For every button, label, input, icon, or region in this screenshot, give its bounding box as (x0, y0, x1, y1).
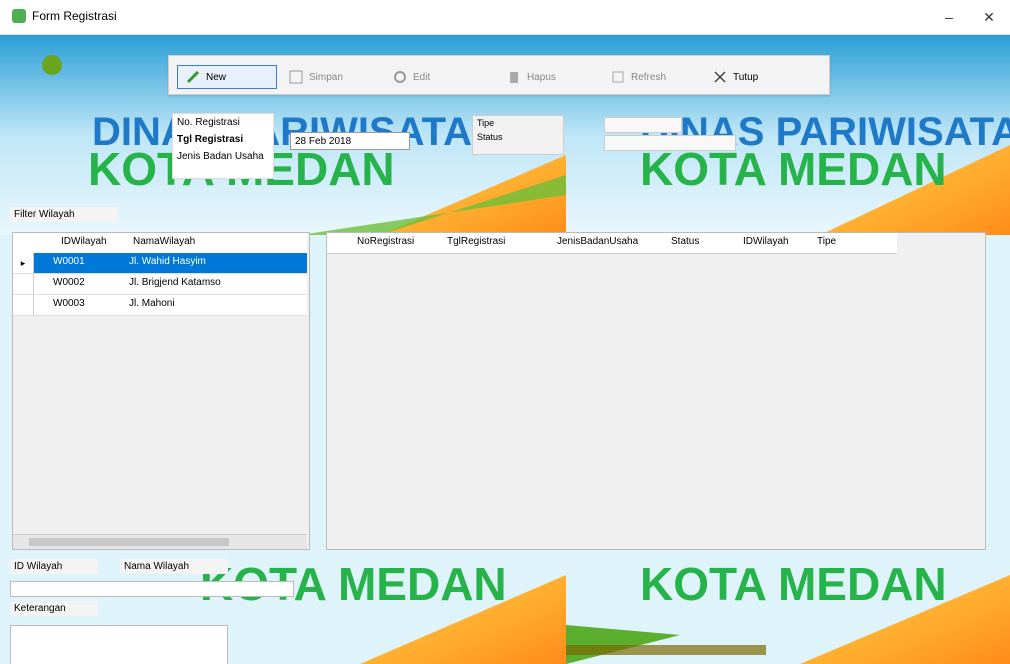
refresh-icon (611, 70, 625, 84)
id-wilayah-label: ID Wilayah (10, 559, 98, 574)
col-tipe[interactable]: Tipe (817, 236, 836, 247)
tipe-label: Tipe (477, 118, 495, 128)
status-field[interactable] (604, 135, 736, 151)
filter-wilayah-label: Filter Wilayah (10, 207, 118, 222)
table-row[interactable]: W0003 Jl. Mahoni (13, 295, 307, 316)
client-area: DINAS PARIWISATA KOTA MEDAN DINAS PARIWI… (0, 35, 1010, 664)
table-row[interactable]: W0002 Jl. Brigjend Katamso (13, 274, 307, 295)
app-icon (12, 9, 26, 23)
toolbar: New Simpan Edit Hapus Refresh Tutup (168, 55, 830, 95)
col-nama-wilayah[interactable]: NamaWilayah (133, 236, 195, 247)
close-window-button[interactable]: ✕ (975, 6, 1003, 28)
keterangan-label: Keterangan (10, 601, 98, 616)
date-picker[interactable]: 28 Feb 2018 (290, 132, 410, 150)
col-id-wilayah[interactable]: IDWilayah (61, 236, 107, 247)
delete-button[interactable]: Hapus (499, 65, 595, 89)
col-no-registrasi[interactable]: NoRegistrasi (357, 236, 414, 247)
edit-icon (393, 70, 407, 84)
close-icon (713, 70, 727, 84)
new-button[interactable]: New (177, 65, 277, 89)
status-label: Status (477, 132, 503, 142)
col-tgl-registrasi[interactable]: TglRegistrasi (447, 236, 505, 247)
minimize-button[interactable]: – (935, 6, 963, 28)
edit-button[interactable]: Edit (385, 65, 481, 89)
table-row[interactable]: ▸ W0001 Jl. Wahid Hasyim (13, 253, 307, 274)
plus-icon (186, 70, 200, 84)
close-form-button[interactable]: Tutup (705, 65, 809, 89)
grid-header: IDWilayah NamaWilayah (13, 233, 307, 254)
registration-fields-panel: No. Registrasi Tgl Registrasi Jenis Bada… (172, 113, 274, 179)
keterangan-field[interactable] (10, 625, 228, 664)
col-jenis-badan-usaha[interactable]: JenisBadanUsaha (557, 236, 638, 247)
svg-text:KOTA MEDAN: KOTA MEDAN (640, 558, 947, 610)
registrasi-grid[interactable]: NoRegistrasi TglRegistrasi JenisBadanUsa… (326, 232, 986, 550)
no-registrasi-label: No. Registrasi (177, 117, 240, 128)
window-title: Form Registrasi (32, 9, 117, 23)
save-icon (289, 70, 303, 84)
title-bar: Form Registrasi – ✕ (0, 0, 1010, 35)
tgl-registrasi-label: Tgl Registrasi (177, 134, 244, 145)
id-wilayah-field[interactable] (10, 581, 294, 597)
scroll-thumb[interactable] (29, 538, 229, 546)
row-marker: ▸ (13, 253, 34, 273)
refresh-button[interactable]: Refresh (603, 65, 699, 89)
grid-header: NoRegistrasi TglRegistrasi JenisBadanUsa… (327, 233, 897, 254)
delete-icon (507, 70, 521, 84)
main-window: Form Registrasi – ✕ DINAS PARIWISATA KOT… (0, 0, 1010, 664)
horizontal-scrollbar[interactable] (13, 534, 307, 549)
wilayah-grid[interactable]: IDWilayah NamaWilayah ▸ W0001 Jl. Wahid … (12, 232, 310, 550)
nama-wilayah-label: Nama Wilayah (120, 559, 228, 574)
jenis-badan-usaha-label: Jenis Badan Usaha (177, 151, 264, 162)
type-status-box: Tipe Status (472, 115, 564, 155)
col-id-wilayah[interactable]: IDWilayah (743, 236, 789, 247)
col-status[interactable]: Status (671, 236, 699, 247)
save-button[interactable]: Simpan (281, 65, 377, 89)
tipe-field[interactable] (604, 117, 682, 133)
